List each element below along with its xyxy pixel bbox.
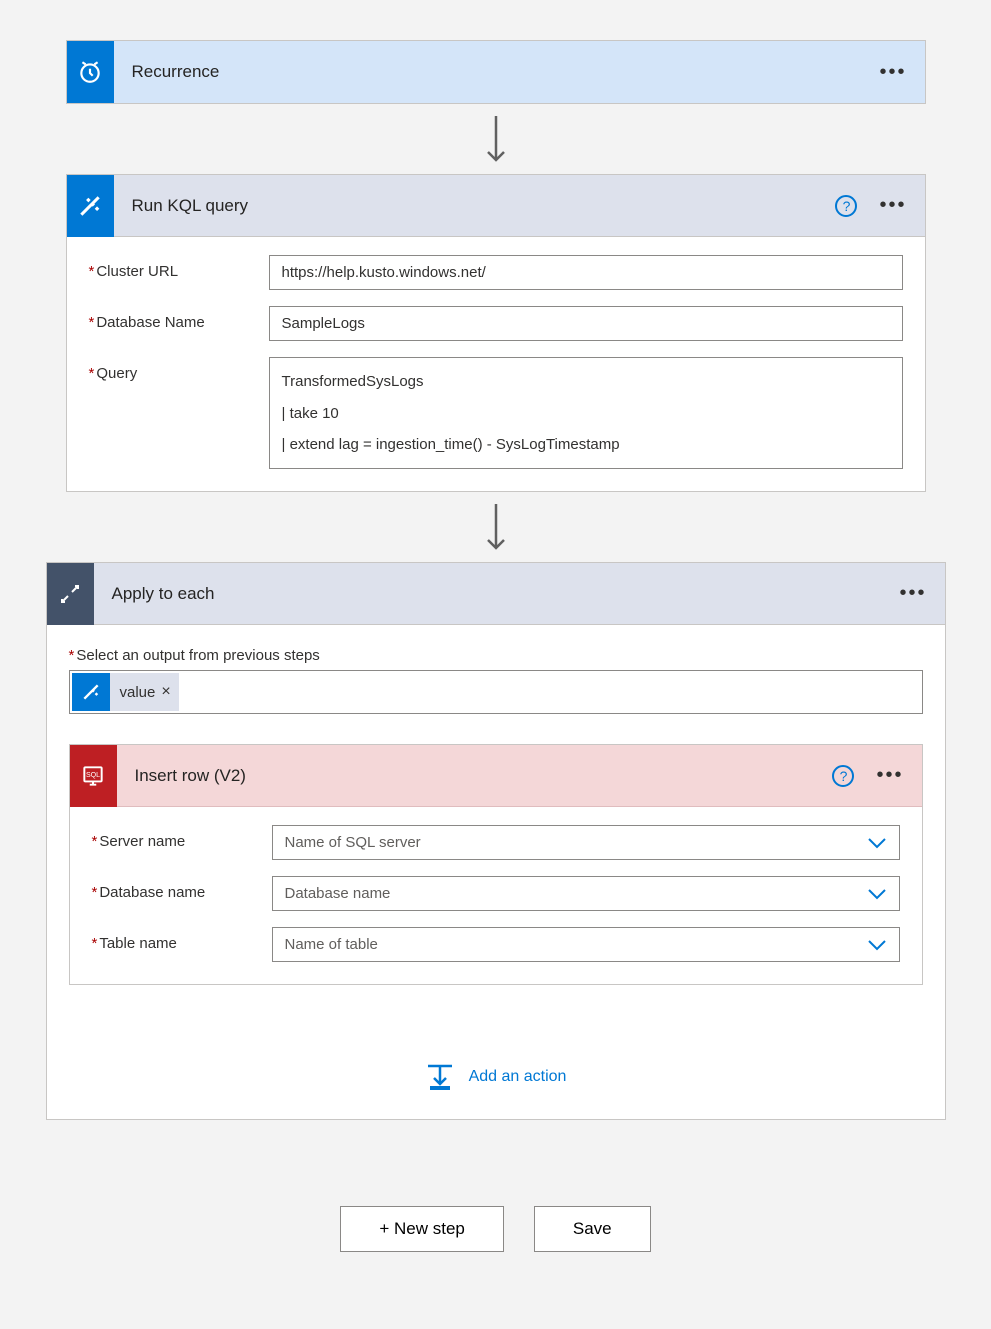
field-label-cluster-url: *Cluster URL [89, 255, 269, 280]
select-placeholder: Name of table [285, 936, 378, 953]
action-title: Run KQL query [132, 196, 836, 216]
loop-icon [47, 563, 94, 625]
dynamic-content-token[interactable]: value × [72, 673, 179, 711]
kusto-icon [67, 175, 114, 237]
field-label-database-name: *Database Name [89, 306, 269, 331]
query-input[interactable] [269, 357, 903, 469]
action-card-run-kql[interactable]: Run KQL query ? ••• *Cluster URL *Databa… [66, 174, 926, 492]
menu-button[interactable]: ••• [895, 582, 930, 605]
token-label: value [120, 684, 156, 701]
field-label-database-name: *Database name [92, 876, 272, 901]
add-action-label: Add an action [469, 1068, 567, 1086]
clock-icon [67, 41, 114, 103]
arrow-icon [484, 502, 508, 552]
field-label-select-output: *Select an output from previous steps [69, 647, 923, 664]
field-label-server-name: *Server name [92, 825, 272, 850]
trigger-card-recurrence[interactable]: Recurrence ••• [66, 40, 926, 104]
save-button[interactable]: Save [534, 1206, 651, 1252]
select-output-input[interactable]: value × [69, 670, 923, 714]
action-title: Insert row (V2) [135, 766, 833, 786]
add-action-button[interactable]: Add an action [69, 1063, 923, 1091]
sql-icon: SQL [70, 745, 117, 807]
kusto-icon [72, 673, 110, 711]
new-step-button[interactable]: + New step [340, 1206, 504, 1252]
field-label-query: *Query [89, 357, 269, 382]
help-icon[interactable]: ? [835, 195, 857, 217]
help-icon[interactable]: ? [832, 765, 854, 787]
cluster-url-input[interactable] [269, 255, 903, 290]
chevron-down-icon [867, 939, 887, 951]
menu-button[interactable]: ••• [872, 764, 907, 787]
loop-title: Apply to each [112, 584, 896, 604]
select-placeholder: Database name [285, 885, 391, 902]
select-placeholder: Name of SQL server [285, 834, 421, 851]
loop-card-apply-to-each[interactable]: Apply to each ••• *Select an output from… [46, 562, 946, 1120]
trigger-title: Recurrence [132, 62, 876, 82]
menu-button[interactable]: ••• [875, 194, 910, 217]
chevron-down-icon [867, 837, 887, 849]
menu-button[interactable]: ••• [875, 61, 910, 84]
remove-token-icon[interactable]: × [161, 683, 170, 701]
server-name-select[interactable]: Name of SQL server [272, 825, 900, 860]
database-name-input[interactable] [269, 306, 903, 341]
chevron-down-icon [867, 888, 887, 900]
table-name-select[interactable]: Name of table [272, 927, 900, 962]
svg-text:SQL: SQL [86, 772, 100, 779]
database-name-select[interactable]: Database name [272, 876, 900, 911]
add-action-icon [425, 1063, 455, 1091]
arrow-icon [484, 114, 508, 164]
action-card-insert-row[interactable]: SQL Insert row (V2) ? ••• *Server name [69, 744, 923, 985]
field-label-table-name: *Table name [92, 927, 272, 952]
